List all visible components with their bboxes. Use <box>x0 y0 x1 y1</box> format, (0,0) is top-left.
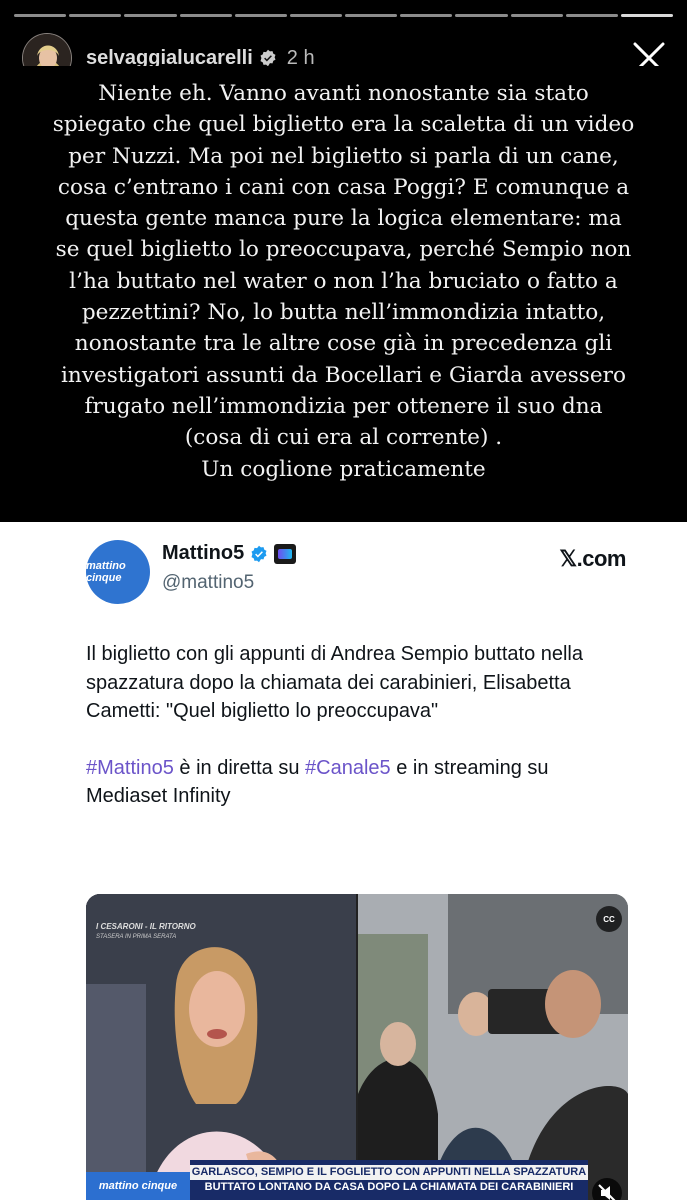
channel-logo: mattino cinque <box>86 1172 190 1200</box>
overlay-line: spiegato che quel biglietto era la scale… <box>52 112 635 138</box>
tweet-header: mattino cinque Mattino5 @mattino5 𝕏.com <box>86 540 626 606</box>
overlay-line: frugato nell’immondizia per ottenere il … <box>84 393 603 419</box>
tweet-paragraph: #Mattino5 è in diretta su #Canale5 e in … <box>86 756 549 808</box>
tweet-handle[interactable]: @mattino5 <box>162 572 254 594</box>
overlay-line: cosa c’entrano i cani con casa Poggi? E … <box>57 174 630 200</box>
mute-icon[interactable] <box>592 1178 622 1200</box>
tweet-author-name[interactable]: Mattino5 <box>162 542 297 565</box>
overlay-line: Un coglione praticamente <box>201 456 486 482</box>
hashtag-link[interactable]: #Canale5 <box>305 757 391 779</box>
progress-segment <box>345 14 398 17</box>
progress-segment <box>234 14 287 17</box>
progress-segment <box>565 14 618 17</box>
ticker-line: BUTTATO LONTANO DA CASA DOPO LA CHIAMATA… <box>204 1181 574 1193</box>
promo-subcaption: STASERA IN PRIMA SERATA <box>96 934 177 940</box>
verified-badge-icon <box>260 49 276 67</box>
hashtag-link[interactable]: #Mattino5 <box>86 757 174 779</box>
video-frame-street <box>358 894 628 1200</box>
news-ticker: GARLASCO, SEMPIO E IL FOGLIETTO CON APPU… <box>190 1160 588 1200</box>
overlay-line: per Nuzzi. Ma poi nel biglietto si parla… <box>68 143 619 169</box>
tweet-text: Il biglietto con gli appunti di Andrea S… <box>86 640 626 839</box>
progress-segment <box>510 14 563 17</box>
story-text-overlay: Niente eh. Vanno avanti nonostante sia s… <box>7 66 680 522</box>
x-com-logo: 𝕏.com <box>559 546 626 571</box>
tweet-paragraph: Il biglietto con gli appunti di Andrea S… <box>86 643 584 722</box>
progress-segment <box>620 14 674 17</box>
overlay-line: l’ha buttato nel water o non l’ha brucia… <box>69 268 618 294</box>
ticker-line: GARLASCO, SEMPIO E IL FOGLIETTO CON APPU… <box>190 1165 588 1180</box>
overlay-line: se quel biglietto lo preoccupava, perché… <box>55 237 632 263</box>
progress-segment <box>289 14 343 17</box>
progress-segment <box>69 14 122 17</box>
overlay-line: (cosa di cui era al corrente) . <box>184 425 503 451</box>
progress-segment <box>14 14 67 17</box>
progress-segment <box>455 14 508 17</box>
overlay-line: questa gente manca pure la logica elemen… <box>65 206 622 232</box>
overlay-line: Niente eh. Vanno avanti nonostante sia s… <box>98 81 589 106</box>
affiliate-badge-icon <box>274 543 297 564</box>
progress-segment <box>179 14 232 17</box>
promo-caption: I CESARONI - IL RITORNO <box>96 922 196 931</box>
progress-segment <box>400 14 453 17</box>
verified-badge-icon <box>251 545 267 562</box>
progress-segment <box>124 14 177 17</box>
tweet-avatar[interactable]: mattino cinque <box>86 540 150 604</box>
tweet-video[interactable]: I CESARONI - IL RITORNO STASERA IN PRIMA… <box>86 894 628 1200</box>
video-frame-studio: I CESARONI - IL RITORNO STASERA IN PRIMA… <box>86 894 356 1200</box>
overlay-line: investigatori assunti da Bocellari e Gia… <box>61 362 626 388</box>
story-progress-bar <box>14 14 674 17</box>
tweet-card[interactable]: mattino cinque Mattino5 @mattino5 𝕏.com … <box>0 522 687 1200</box>
closed-captions-icon[interactable]: CC <box>596 906 622 932</box>
overlay-line: pezzettini? No, lo butta nell’immondizia… <box>81 300 606 326</box>
street-reporters-image <box>358 894 628 1200</box>
overlay-line: nonostante tra le altre cose già in prec… <box>74 331 613 357</box>
